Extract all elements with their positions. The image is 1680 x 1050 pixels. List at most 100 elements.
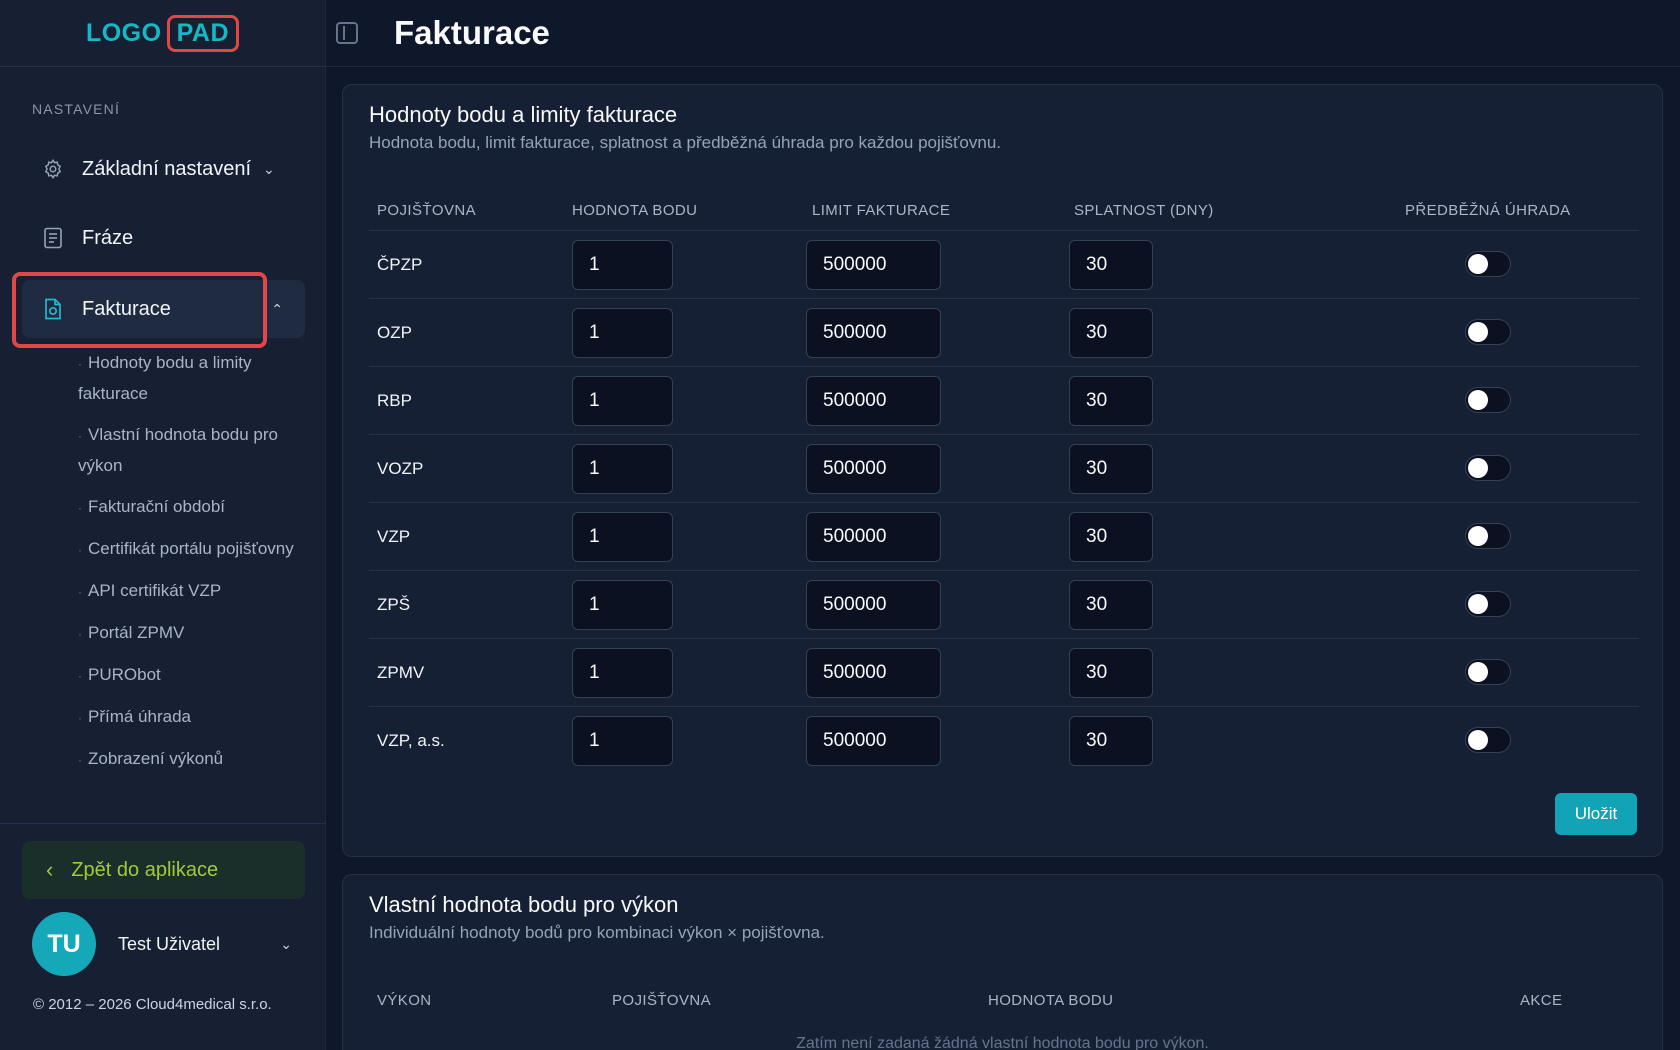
logo-area: LOGO PAD (0, 0, 325, 67)
prepayment-toggle[interactable] (1465, 659, 1511, 685)
sidebar-item-zakladni-nastaveni[interactable]: Základní nastavení ⌄ (22, 140, 305, 198)
point-value-input[interactable] (572, 376, 673, 426)
save-button[interactable]: Uložit (1555, 793, 1637, 835)
sub-item-api-certifikat[interactable]: · API certifikát VZP (78, 576, 303, 607)
sub-item-prima-uhrada[interactable]: · Přímá úhrada (78, 702, 303, 733)
sidebar-sub-list: · Hodnoty bodu a limity fakturace · Vlastn… (78, 348, 303, 786)
due-days-input[interactable] (1069, 648, 1153, 698)
column-header-splatnost: SPLATNOST (DNY) (1074, 202, 1214, 219)
point-value-input[interactable] (572, 512, 673, 562)
point-value-input[interactable] (572, 444, 673, 494)
back-to-app-button[interactable]: ‹ Zpět do aplikace (22, 841, 305, 899)
point-value-input[interactable] (572, 308, 673, 358)
back-button-label: Zpět do aplikace (71, 858, 219, 881)
limit-input[interactable] (806, 648, 941, 698)
chevron-down-icon: ⌄ (280, 935, 292, 952)
sub-item-purobot[interactable]: · PURObot (78, 660, 303, 691)
table-row: VZP (369, 502, 1639, 570)
table-row: RBP (369, 366, 1639, 434)
sidebar-divider (0, 823, 326, 824)
prepayment-toggle[interactable] (1465, 591, 1511, 617)
due-days-input[interactable] (1069, 716, 1153, 766)
insurer-name: VZP, a.s. (377, 731, 445, 750)
insurer-name: VOZP (377, 459, 424, 478)
chevron-left-icon: ‹ (46, 857, 54, 882)
due-days-input[interactable] (1069, 376, 1153, 426)
prepayment-toggle[interactable] (1465, 251, 1511, 277)
due-days-input[interactable] (1069, 512, 1153, 562)
logo[interactable]: LOGO PAD (85, 14, 240, 52)
table-row: ČPZP (369, 230, 1639, 298)
sub-item-vlastni-hodnota[interactable]: · Vlastní hodnota bodu pro výkon (78, 420, 303, 481)
column-header-limit: LIMIT FAKTURACE (812, 202, 951, 219)
insurer-name: VZP (377, 527, 411, 546)
insurer-name: OZP (377, 323, 412, 342)
due-days-input[interactable] (1069, 580, 1153, 630)
limit-input[interactable] (806, 240, 941, 290)
table-row: OZP (369, 298, 1639, 366)
due-days-input[interactable] (1069, 240, 1153, 290)
table-row: VOZP (369, 434, 1639, 502)
sidebar-item-label: Základní nastavení (82, 157, 251, 180)
sub-item-fakturacni-obdobi[interactable]: · Fakturační období (78, 492, 303, 523)
sidebar-collapse-icon[interactable] (336, 22, 358, 44)
column-header-pojistovna: POJIŠŤOVNA (612, 992, 712, 1009)
sidebar-item-fraze[interactable]: Fráze (22, 209, 305, 267)
user-name: Test Uživatel (118, 933, 221, 954)
page-header: Fakturace (326, 0, 1680, 67)
invoice-icon (42, 298, 64, 320)
column-header-akce: AKCE (1520, 992, 1563, 1009)
limit-input[interactable] (806, 580, 941, 630)
logo-text-right: PAD (166, 14, 240, 52)
prepayment-toggle[interactable] (1465, 523, 1511, 549)
limit-input[interactable] (806, 308, 941, 358)
prepayment-toggle[interactable] (1465, 455, 1511, 481)
copyright: © 2012 – 2026 Cloud4medical s.r.o. (33, 996, 272, 1013)
limit-input[interactable] (806, 716, 941, 766)
card-subtitle: Individuální hodnoty bodů pro kombinaci … (369, 923, 825, 942)
gear-icon (42, 158, 64, 180)
column-header-predbezna-uhrada: PŘEDBĚŽNÁ ÚHRADA (1405, 202, 1571, 219)
point-value-input[interactable] (572, 580, 673, 630)
custom-point-value-card: Vlastní hodnota bodu pro výkon Individuá… (342, 874, 1663, 1050)
due-days-input[interactable] (1069, 444, 1153, 494)
table-row: ZPMV (369, 638, 1639, 706)
card-subtitle: Hodnota bodu, limit fakturace, splatnost… (369, 133, 1001, 152)
prepayment-toggle[interactable] (1465, 387, 1511, 413)
insurer-name: ZPMV (377, 663, 425, 682)
logo-text-left: LOGO (85, 18, 162, 47)
limits-card: Hodnoty bodu a limity fakturace Hodnota … (342, 84, 1663, 857)
card-title: Hodnoty bodu a limity fakturace (369, 102, 678, 127)
sub-item-hodnoty-bodu[interactable]: · Hodnoty bodu a limity fakturace (78, 348, 303, 409)
insurer-name: ZPŠ (377, 595, 411, 614)
prepayment-toggle[interactable] (1465, 319, 1511, 345)
chevron-down-icon: ⌄ (263, 160, 275, 177)
sub-item-portal-zpmv[interactable]: · Portál ZPMV (78, 618, 303, 649)
point-value-input[interactable] (572, 240, 673, 290)
limit-input[interactable] (806, 444, 941, 494)
column-header-hodnota-bodu: HODNOTA BODU (988, 992, 1114, 1009)
empty-state-text: Zatím není zadaná žádná vlastní hodnota … (796, 1035, 1209, 1050)
limit-input[interactable] (806, 512, 941, 562)
card-title: Vlastní hodnota bodu pro výkon (369, 892, 679, 917)
table-row: VZP, a.s. (369, 706, 1639, 774)
user-menu[interactable]: TU Test Uživatel ⌄ (32, 912, 292, 976)
sidebar: LOGO PAD NASTAVENÍ Základní nastavení ⌄ … (0, 0, 326, 1050)
limit-input[interactable] (806, 376, 941, 426)
point-value-input[interactable] (572, 648, 673, 698)
insurer-name: ČPZP (377, 255, 423, 274)
avatar: TU (32, 912, 96, 976)
sub-item-zobrazeni-vykonu[interactable]: · Zobrazení výkonů (78, 744, 303, 775)
column-header-vykon: VÝKON (377, 992, 432, 1009)
sub-item-certifikat-portalu[interactable]: · Certifikát portálu pojišťovny (78, 534, 303, 565)
table-row: ZPŠ (369, 570, 1639, 638)
sidebar-item-fakturace[interactable]: Fakturace ⌃ (22, 280, 305, 338)
point-value-input[interactable] (572, 716, 673, 766)
page-title: Fakturace (394, 14, 550, 51)
column-header-hodnota-bodu: HODNOTA BODU (572, 202, 698, 219)
prepayment-toggle[interactable] (1465, 727, 1511, 753)
chevron-up-icon: ⌃ (271, 300, 283, 317)
sidebar-item-label: Fakturace (82, 297, 171, 320)
due-days-input[interactable] (1069, 308, 1153, 358)
document-icon (42, 227, 64, 249)
